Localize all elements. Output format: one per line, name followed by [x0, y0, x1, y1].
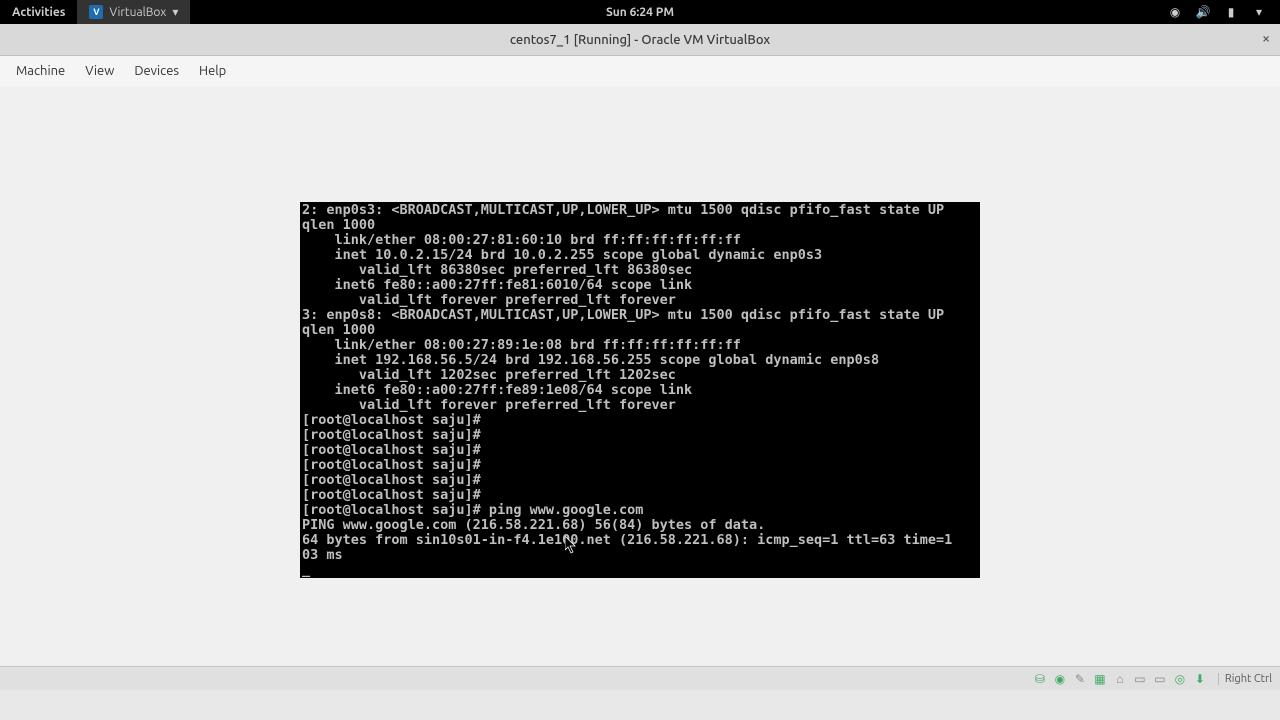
- audio-icon[interactable]: ✎: [1072, 671, 1088, 687]
- virtualbox-window: centos7_1 [Running] - Oracle VM VirtualB…: [0, 24, 1280, 690]
- clock[interactable]: Sun 6:24 PM: [606, 6, 674, 19]
- battery-icon[interactable]: ▮: [1224, 5, 1238, 19]
- shared-folder-icon[interactable]: ▭: [1132, 671, 1148, 687]
- recording-icon[interactable]: ◎: [1172, 671, 1188, 687]
- host-key-indicator[interactable]: Right Ctrl: [1225, 673, 1272, 685]
- app-menu-button[interactable]: V VirtualBox ▾: [77, 0, 190, 24]
- app-menu-label: VirtualBox: [109, 6, 166, 19]
- system-menu-toggle[interactable]: ▾: [1252, 5, 1266, 19]
- volume-icon[interactable]: 🔊: [1196, 5, 1210, 19]
- menubar: Machine View Devices Help: [0, 56, 1280, 86]
- menu-view[interactable]: View: [75, 64, 124, 78]
- menu-machine[interactable]: Machine: [6, 64, 75, 78]
- window-titlebar[interactable]: centos7_1 [Running] - Oracle VM VirtualB…: [0, 24, 1280, 56]
- hdd-icon[interactable]: ⛁: [1032, 671, 1048, 687]
- vm-display-area[interactable]: 2: enp0s3: <BROADCAST,MULTICAST,UP,LOWER…: [0, 86, 1280, 690]
- activities-button[interactable]: Activities: [0, 6, 77, 19]
- network-icon[interactable]: ▦: [1092, 671, 1108, 687]
- accessibility-icon[interactable]: ◉: [1168, 5, 1182, 19]
- virtualbox-icon: V: [89, 5, 103, 19]
- close-button[interactable]: ×: [1262, 30, 1270, 46]
- menu-help[interactable]: Help: [189, 64, 236, 78]
- chevron-down-icon: ▾: [172, 5, 178, 19]
- vm-statusbar: ⛁ ◉ ✎ ▦ ⌂ ▭ ▭ ◎ ⬇ Right Ctrl: [0, 666, 1280, 690]
- usb-icon[interactable]: ⌂: [1112, 671, 1128, 687]
- gnome-topbar: Activities V VirtualBox ▾ Sun 6:24 PM ◉ …: [0, 0, 1280, 24]
- menu-devices[interactable]: Devices: [124, 64, 189, 78]
- mouse-integration-icon[interactable]: ⬇: [1192, 671, 1208, 687]
- display-icon[interactable]: ▭: [1152, 671, 1168, 687]
- optical-icon[interactable]: ◉: [1052, 671, 1068, 687]
- vm-console-terminal[interactable]: 2: enp0s3: <BROADCAST,MULTICAST,UP,LOWER…: [300, 202, 980, 578]
- window-title: centos7_1 [Running] - Oracle VM VirtualB…: [510, 33, 770, 47]
